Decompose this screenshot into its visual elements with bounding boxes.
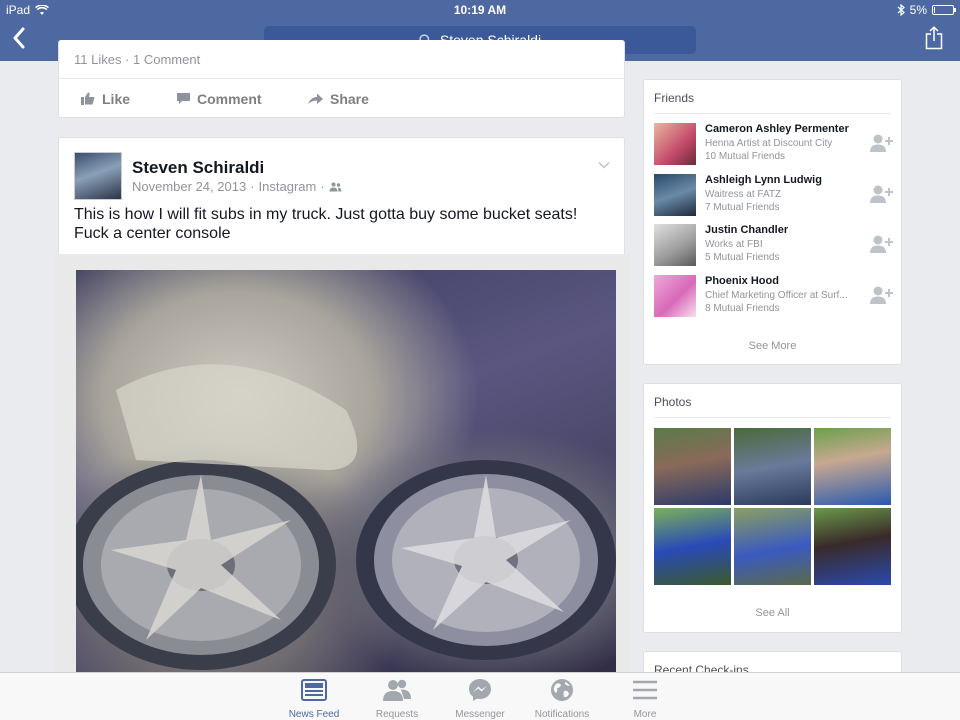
add-friend-button[interactable] <box>870 285 894 310</box>
friend-photo[interactable] <box>654 275 696 317</box>
status-bar: iPad 10:19 AM 5% <box>0 0 960 20</box>
friend-item[interactable]: Ashleigh Lynn Ludwig Waitress at FATZ 7 … <box>654 174 894 218</box>
back-button[interactable] <box>12 27 36 53</box>
news-feed-icon <box>301 679 327 701</box>
see-all-photos-link[interactable]: See All <box>644 607 901 619</box>
see-more-friends-link[interactable]: See More <box>644 340 901 352</box>
add-friend-button[interactable] <box>870 133 894 158</box>
add-friend-icon <box>870 235 893 253</box>
tab-label: More <box>633 709 657 720</box>
share-arrow-icon <box>308 93 323 104</box>
subwoofer-illustration <box>66 364 616 670</box>
friend-name[interactable]: Justin Chandler <box>705 224 788 236</box>
chevron-down-icon <box>598 161 610 169</box>
post-date[interactable]: November 24, 2013 <box>132 179 246 194</box>
share-label: Share <box>330 90 369 107</box>
friend-mutual: 10 Mutual Friends <box>705 151 786 162</box>
post-actions: Like Comment Share <box>59 78 624 118</box>
friend-name[interactable]: Cameron Ashley Permenter <box>705 123 849 135</box>
requests-icon <box>383 679 411 701</box>
tab-label: Messenger <box>455 709 505 720</box>
add-friend-icon <box>870 185 893 203</box>
like-label: Like <box>102 90 131 107</box>
friend-work: Henna Artist at Discount City <box>705 138 833 149</box>
thumbs-up-icon <box>81 92 95 105</box>
photo-thumbnail[interactable] <box>814 508 891 585</box>
comment-icon <box>177 92 190 104</box>
battery-icon <box>932 5 956 15</box>
friend-mutual: 7 Mutual Friends <box>705 202 780 213</box>
tab-notifications[interactable]: Notifications <box>522 677 602 720</box>
comment-label: Comment <box>197 90 262 107</box>
tab-label: Requests <box>375 709 419 720</box>
battery-percent: 5% <box>909 3 927 17</box>
friend-work: Works at FBI <box>705 239 763 250</box>
photo-thumbnail[interactable] <box>654 428 731 505</box>
divider <box>654 417 891 418</box>
post-photo-frame <box>54 254 630 694</box>
add-friend-button[interactable] <box>870 234 894 259</box>
messenger-icon <box>469 679 491 701</box>
post-text: This is how I will fit subs in my truck.… <box>74 206 578 242</box>
photo-thumbnail[interactable] <box>734 508 811 585</box>
photo-thumbnail[interactable] <box>814 428 891 505</box>
author-avatar[interactable] <box>74 152 122 200</box>
share-button[interactable] <box>924 26 946 52</box>
post-meta: November 24, 2013 · Instagram · <box>132 179 342 194</box>
photo-grid <box>654 428 891 585</box>
add-friend-button[interactable] <box>870 184 894 209</box>
friend-item[interactable]: Justin Chandler Works at FBI 5 Mutual Fr… <box>654 224 894 268</box>
share-icon <box>925 26 943 50</box>
chevron-left-icon <box>13 27 25 49</box>
friends-title: Friends <box>654 91 695 105</box>
friend-name[interactable]: Ashleigh Lynn Ludwig <box>705 174 822 186</box>
tab-more[interactable]: More <box>605 677 685 720</box>
divider <box>654 113 891 114</box>
tab-news-feed[interactable]: News Feed <box>274 677 354 720</box>
menu-icon <box>633 680 657 700</box>
friend-mutual: 8 Mutual Friends <box>705 303 780 314</box>
friend-work: Chief Marketing Officer at Surf... <box>705 290 848 301</box>
tab-bar: News Feed Requests Messenger Notificatio… <box>0 672 960 720</box>
friend-name[interactable]: Phoenix Hood <box>705 275 779 287</box>
friends-card: Friends Cameron Ashley Permenter Henna A… <box>643 79 902 365</box>
friend-item[interactable]: Phoenix Hood Chief Marketing Officer at … <box>654 275 894 319</box>
tab-label: News Feed <box>288 709 340 720</box>
bluetooth-icon <box>897 4 905 16</box>
photo-thumbnail[interactable] <box>654 508 731 585</box>
add-friend-icon <box>870 286 893 304</box>
friend-photo[interactable] <box>654 174 696 216</box>
friend-photo[interactable] <box>654 123 696 165</box>
tab-label: Notifications <box>534 709 590 720</box>
photos-card: Photos See All <box>643 383 902 633</box>
post-options-button[interactable] <box>598 156 610 174</box>
previous-post-card: 11 Likes · 1 Comment Like Comment Share <box>58 40 625 118</box>
share-post-button[interactable]: Share <box>308 91 369 107</box>
post-card: Steven Schiraldi November 24, 2013 · Ins… <box>54 137 630 720</box>
post-author[interactable]: Steven Schiraldi <box>132 158 264 178</box>
comment-button[interactable]: Comment <box>177 91 308 107</box>
post-photo[interactable] <box>66 270 616 694</box>
post-stats[interactable]: 11 Likes · 1 Comment <box>74 52 200 67</box>
friend-mutual: 5 Mutual Friends <box>705 252 780 263</box>
add-friend-icon <box>870 134 893 152</box>
friend-work: Waitress at FATZ <box>705 189 782 200</box>
photos-title: Photos <box>654 395 692 409</box>
friend-photo[interactable] <box>654 224 696 266</box>
status-time: 10:19 AM <box>453 3 507 17</box>
like-button[interactable]: Like <box>81 91 177 107</box>
meta-separator: · <box>250 179 255 194</box>
photo-thumbnail[interactable] <box>734 428 811 505</box>
globe-icon <box>551 679 573 701</box>
tab-requests[interactable]: Requests <box>357 677 437 720</box>
tab-messenger[interactable]: Messenger <box>440 677 520 720</box>
meta-separator: · <box>320 179 325 194</box>
friends-icon <box>329 182 342 191</box>
post-source: Instagram <box>258 179 317 194</box>
friend-item[interactable]: Cameron Ashley Permenter Henna Artist at… <box>654 123 894 167</box>
